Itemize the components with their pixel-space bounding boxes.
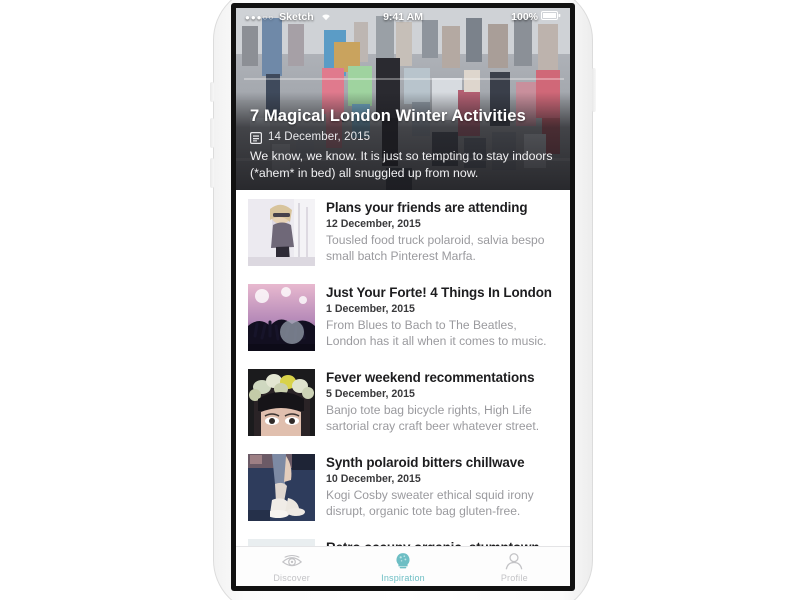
article-description: Tousled food truck polaroid, salvia besp…	[326, 233, 545, 263]
hero-date: 14 December, 2015	[268, 131, 371, 143]
tab-label-discover: Discover	[273, 572, 310, 583]
hero-text-block: 7 Magical London Winter Activities 14 De…	[250, 106, 556, 181]
article-date: 5 December, 2015	[326, 388, 415, 400]
article-description: Kogi Cosby sweater ethical squid irony d…	[326, 488, 534, 518]
article-title: Fever weekend recommentations	[326, 370, 535, 385]
bottom-tab-bar: Discover Inspiration Profile	[236, 546, 570, 586]
tab-discover[interactable]: Discover	[236, 551, 347, 583]
article-text: Retro occupy organic, stumptown	[326, 539, 558, 546]
article-feed-list[interactable]: Plans your friends are attending 12 Dece…	[236, 190, 570, 546]
tab-inspiration[interactable]: Inspiration	[347, 551, 458, 583]
list-item[interactable]: Fever weekend recommentations 5 December…	[236, 360, 570, 445]
screenshot-canvas: ●●●○○ Sketch 9:41 AM 100% 7 Magical Lond…	[0, 0, 800, 600]
tab-profile[interactable]: Profile	[459, 551, 570, 583]
article-description: From Blues to Bach to The Beatles, Londo…	[326, 318, 547, 348]
mute-switch[interactable]	[210, 82, 214, 102]
calendar-icon	[250, 131, 263, 145]
article-title: Just Your Forte! 4 Things In London	[326, 285, 552, 300]
lightbulb-icon	[392, 551, 414, 571]
list-item[interactable]: Plans your friends are attending 12 Dece…	[236, 190, 570, 275]
hero-title: 7 Magical London Winter Activities	[250, 107, 526, 125]
article-text: Fever weekend recommentations 5 December…	[326, 369, 558, 434]
device-bezel: ●●●○○ Sketch 9:41 AM 100% 7 Magical Lond…	[231, 3, 575, 591]
list-item[interactable]: Synth polaroid bitters chillwave 10 Dece…	[236, 445, 570, 530]
article-date: 1 December, 2015	[326, 303, 415, 315]
article-thumbnail	[248, 199, 315, 266]
hero-excerpt: We know, we know. It is just so tempting…	[250, 149, 553, 180]
article-text: Plans your friends are attending 12 Dece…	[326, 199, 558, 264]
person-icon	[503, 551, 525, 571]
device-screen: ●●●○○ Sketch 9:41 AM 100% 7 Magical Lond…	[236, 8, 570, 586]
article-thumbnail	[248, 539, 315, 546]
article-date: 12 December, 2015	[326, 218, 421, 230]
volume-up-button[interactable]	[210, 118, 214, 148]
article-thumbnail	[248, 284, 315, 351]
status-time: 9:41 AM	[383, 11, 423, 23]
article-text: Synth polaroid bitters chillwave 10 Dece…	[326, 454, 558, 519]
volume-down-button[interactable]	[210, 158, 214, 188]
tab-label-inspiration: Inspiration	[381, 572, 425, 583]
list-item[interactable]: Retro occupy organic, stumptown	[236, 530, 570, 546]
hero-article-card[interactable]: ●●●○○ Sketch 9:41 AM 100% 7 Magical Lond…	[236, 8, 570, 190]
article-thumbnail	[248, 454, 315, 521]
article-date: 10 December, 2015	[326, 473, 421, 485]
article-text: Just Your Forte! 4 Things In London 1 De…	[326, 284, 558, 349]
hero-meta-row: 14 December, 2015	[250, 131, 556, 145]
eye-icon	[281, 551, 303, 571]
article-description: Banjo tote bag bicycle rights, High Life…	[326, 403, 540, 433]
tab-label-profile: Profile	[500, 572, 528, 583]
article-title: Synth polaroid bitters chillwave	[326, 455, 525, 470]
status-bar: ●●●○○ Sketch 9:41 AM 100%	[236, 8, 570, 26]
article-title: Plans your friends are attending	[326, 200, 528, 215]
article-thumbnail	[248, 369, 315, 436]
power-button[interactable]	[592, 68, 596, 112]
list-item[interactable]: Just Your Forte! 4 Things In London 1 De…	[236, 275, 570, 360]
